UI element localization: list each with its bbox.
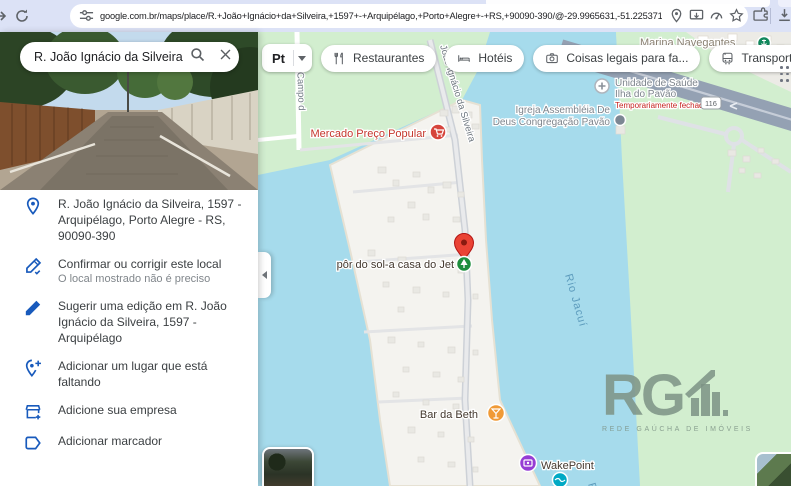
label-unidade-status: Temporariamente fechado (615, 101, 708, 110)
label-wakepoint[interactable]: WakePoint (541, 460, 594, 472)
place-details-list: R. João Ignácio da Silveira, 1597 - Arqu… (0, 190, 258, 458)
label-igreja-2[interactable]: Deus Congregação Pavão (493, 117, 611, 128)
bar-poi-icon[interactable] (488, 405, 505, 422)
map-toolbar: Pt Restaurantes Hotéis Coisas legais par… (262, 44, 791, 72)
chrome-divider (770, 8, 771, 24)
location-pin-icon[interactable] (669, 8, 684, 23)
category-restaurants[interactable]: Restaurantes (321, 45, 436, 72)
extensions-icon[interactable] (752, 7, 769, 24)
refresh-icon[interactable] (14, 8, 30, 24)
category-things-to-do[interactable]: Coisas legais para fa... (533, 45, 700, 72)
rg-watermark-text: RG (602, 370, 683, 422)
url-text[interactable]: google.com.br/maps/place/R.+João+Ignácio… (100, 10, 662, 24)
layers-button[interactable]: Pt (262, 44, 312, 72)
road-shield-116: 116 (701, 97, 721, 109)
category-label: Coisas legais para fa... (566, 51, 688, 65)
chevron-down-icon (298, 56, 306, 61)
rg-watermark: RG REDE GAÚCHA DE IMÓVEIS (602, 368, 791, 433)
address-bar[interactable]: google.com.br/maps/place/R.+João+Ignácio… (70, 4, 748, 28)
svg-text:116: 116 (705, 99, 717, 108)
detail-row-suggest-edit[interactable]: Sugerir uma edição em R. João Ignácio da… (0, 292, 258, 352)
storefront-icon (22, 402, 44, 421)
browser-window: google.com.br/maps/place/R.+João+Ignácio… (0, 0, 791, 486)
rg-building-icon (685, 368, 729, 422)
clear-search-button[interactable] (211, 48, 239, 66)
restaurant-icon (333, 52, 346, 65)
layers-button-label: Pt (268, 51, 289, 66)
hotel-icon (457, 52, 471, 65)
corner-photo-thumbnail[interactable] (755, 452, 791, 486)
rg-watermark-tagline: REDE GAÚCHA DE IMÓVEIS (602, 426, 791, 433)
divider (293, 50, 294, 66)
drag-dots-icon[interactable] (780, 66, 789, 82)
location-pin-icon (22, 196, 44, 215)
bus-icon (721, 52, 734, 65)
pencil-icon (22, 298, 44, 317)
streetview-photo[interactable]: R. João Ignácio da Silveira, 1597 - Arq (0, 32, 258, 190)
add-place-icon (22, 358, 44, 377)
detail-row-confirm-location[interactable]: Confirmar ou corrigir este local O local… (0, 250, 258, 292)
new-tab-sliver[interactable] (778, 0, 791, 7)
edit-location-icon (22, 256, 44, 275)
search-icon (190, 47, 205, 62)
label-por-do-sol[interactable]: pôr do sol-a casa do Jet (337, 259, 454, 271)
downloads-icon[interactable] (776, 7, 791, 24)
chevron-left-icon (262, 271, 267, 279)
place-panel: R. João Ignácio da Silveira, 1597 - Arq … (0, 32, 258, 486)
search-button[interactable] (183, 47, 211, 67)
label-bar-da-beth[interactable]: Bar da Beth (420, 409, 478, 421)
label-mercado[interactable]: Mercado Preço Popular (310, 128, 426, 140)
category-label: Transporte público (741, 51, 791, 65)
search-input[interactable]: R. João Ignácio da Silveira, 1597 - Arq (34, 50, 183, 64)
label-unidade-1[interactable]: Unidade de Saúde (615, 78, 698, 89)
swim-poi-icon[interactable] (553, 473, 568, 486)
label-igreja-1[interactable]: Igreja Assembléia De (516, 105, 611, 116)
forward-arrow-icon[interactable] (0, 8, 9, 24)
detail-row-add-missing-place[interactable]: Adicionar um lugar que está faltando (0, 352, 258, 396)
site-settings-icon[interactable] (79, 8, 94, 23)
mercado-poi-icon[interactable] (430, 124, 446, 140)
collapse-panel-button[interactable] (258, 252, 271, 298)
detail-row-add-label[interactable]: Adicionar marcador (0, 427, 258, 458)
camera-icon (545, 52, 559, 65)
close-icon (219, 48, 232, 61)
label-unidade-2[interactable]: Ilha do Pavão (615, 89, 677, 100)
por-do-sol-poi-icon[interactable] (457, 257, 472, 272)
install-app-icon[interactable] (689, 8, 704, 23)
bookmark-star-icon[interactable] (729, 8, 744, 23)
detail-row-add-business[interactable]: Adicione sua empresa (0, 396, 258, 427)
category-transit[interactable]: Transporte público (709, 45, 791, 72)
detail-row-address[interactable]: R. João Ignácio da Silveira, 1597 - Arqu… (0, 190, 258, 250)
category-label: Restaurantes (353, 51, 424, 65)
search-box[interactable]: R. João Ignácio da Silveira, 1597 - Arq (20, 42, 239, 72)
church-poi-icon[interactable] (615, 115, 626, 126)
performance-gauge-icon[interactable] (709, 8, 724, 23)
label-tag-icon (22, 433, 44, 452)
streetview-thumbnail[interactable] (262, 447, 314, 486)
health-unit-poi-icon[interactable] (595, 79, 609, 93)
category-label: Hotéis (478, 51, 512, 65)
browser-chrome: google.com.br/maps/place/R.+João+Ignácio… (0, 0, 791, 32)
category-hotels[interactable]: Hotéis (445, 45, 524, 72)
wakepoint-poi-icon[interactable] (520, 455, 537, 472)
